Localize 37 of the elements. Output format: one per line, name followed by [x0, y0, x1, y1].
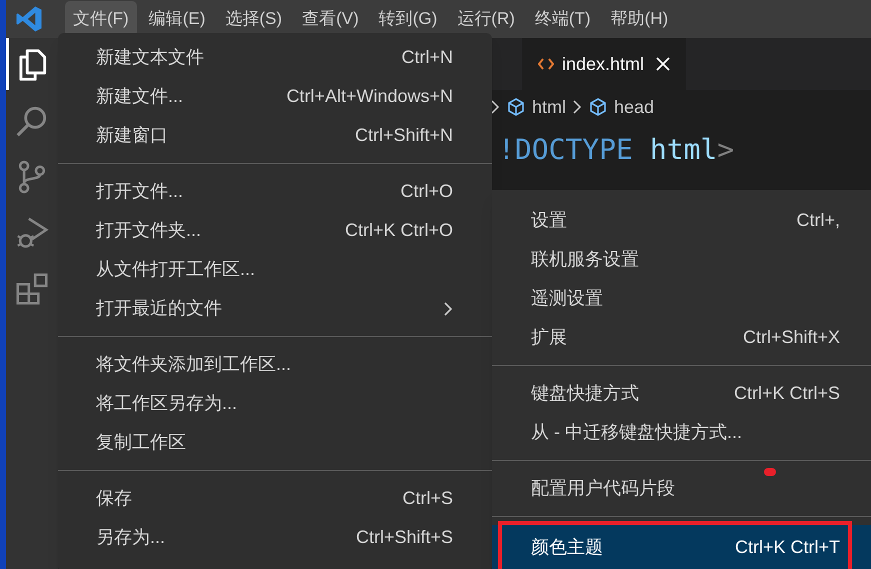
- menu-entry[interactable]: 新建文件... Ctrl+Alt+Windows+N: [58, 77, 492, 116]
- menu-item[interactable]: 选择(S): [217, 1, 290, 37]
- close-icon[interactable]: [656, 57, 670, 71]
- menu-entry[interactable]: 新建窗口 Ctrl+Shift+N: [58, 116, 492, 155]
- menu-entry[interactable]: 从文件打开工作区...: [58, 250, 492, 289]
- menu-entry[interactable]: 扩展 Ctrl+Shift+X: [492, 318, 871, 357]
- menu-entry[interactable]: 保存 Ctrl+S: [58, 479, 492, 518]
- chevron-icon: [572, 99, 582, 115]
- code-line: !DOCTYPE html>: [498, 132, 734, 168]
- menu-entry[interactable]: 另存为... Ctrl+Shift+S: [58, 518, 492, 557]
- menu-entry[interactable]: 设置 Ctrl+,: [492, 201, 871, 240]
- menu-entry[interactable]: 遥测设置: [492, 279, 871, 318]
- cube-icon: [506, 97, 526, 117]
- menu-entry[interactable]: 新建文本文件 Ctrl+N: [58, 38, 492, 77]
- editor-tab[interactable]: index.html: [522, 38, 686, 90]
- menu-entry[interactable]: 打开文件夹... Ctrl+K Ctrl+O: [58, 211, 492, 250]
- menu-entry[interactable]: 将文件夹添加到工作区...: [58, 345, 492, 384]
- menu-item[interactable]: 运行(R): [449, 1, 523, 37]
- chevron-icon: [490, 99, 500, 115]
- menu-entry[interactable]: 配置用户代码片段: [492, 469, 871, 508]
- menu-entry[interactable]: 打开最近的文件: [58, 289, 492, 328]
- app-logo-icon: [14, 4, 44, 34]
- breadcrumb-item[interactable]: head: [614, 94, 654, 120]
- menu-entry[interactable]: 键盘快捷方式 Ctrl+K Ctrl+S: [492, 374, 871, 413]
- menu-entry[interactable]: 从 - 中迁移键盘快捷方式...: [492, 413, 871, 452]
- menu-item[interactable]: 终端(T): [526, 1, 599, 37]
- menu-entry[interactable]: 联机服务设置: [492, 240, 871, 279]
- breadcrumb-item[interactable]: html: [532, 94, 566, 120]
- menu-entry[interactable]: 将工作区另存为...: [58, 384, 492, 423]
- menu-item[interactable]: 查看(V): [294, 1, 367, 37]
- cube-icon: [588, 97, 608, 117]
- menu-entry[interactable]: 打开文件... Ctrl+O: [58, 172, 492, 211]
- code-brackets-icon: [538, 57, 554, 71]
- menu-item[interactable]: 帮助(H): [602, 1, 676, 37]
- menu-item[interactable]: 编辑(E): [140, 1, 214, 37]
- menu-entry[interactable]: 复制工作区: [58, 423, 492, 462]
- menu-item[interactable]: 转到(G): [370, 1, 446, 37]
